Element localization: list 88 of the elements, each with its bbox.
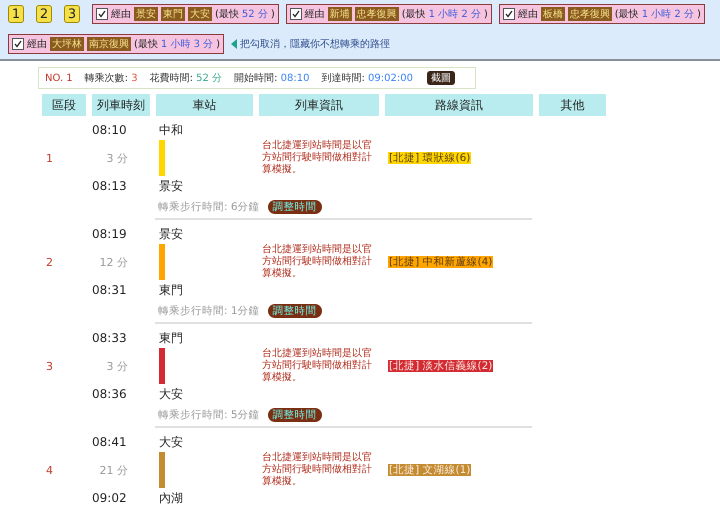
- segment-number: 4: [46, 464, 53, 476]
- segment-number: 1: [46, 152, 53, 164]
- station-tag: 東門: [161, 7, 185, 21]
- adjust-time-button[interactable]: 調整時間: [268, 200, 322, 214]
- duration: 3 分: [106, 358, 128, 374]
- stat-label: 開始時間:: [234, 73, 278, 84]
- stat-value: 3: [131, 73, 138, 84]
- station-name: 大安: [159, 434, 183, 450]
- paren-text: ): [696, 8, 701, 20]
- arrival-time: 08:31: [92, 283, 127, 297]
- fastest-label: (最快: [402, 8, 426, 21]
- via-label: 經由: [111, 8, 131, 21]
- line-label: [北捷] 環狀線(6): [388, 152, 472, 164]
- line-label: [北捷] 淡水信義線(2): [388, 360, 494, 372]
- column-header: 其他: [539, 94, 606, 116]
- departure-time: 08:33: [92, 331, 127, 345]
- column-header: 列車時刻: [92, 94, 150, 116]
- fastest-time: 1 小時 3 分: [160, 38, 214, 51]
- train-info: 台北捷運到站時間是以官方站間行駛時間做相對計算模擬。: [262, 140, 372, 175]
- via-label: 經由: [518, 8, 538, 21]
- checkbox[interactable]: [12, 38, 24, 50]
- transfer-walk-time: 轉乘步行時間: 5分鐘: [158, 408, 260, 422]
- checkbox[interactable]: [96, 8, 108, 20]
- station-tag: 忠孝復興: [354, 7, 399, 21]
- route-number-button[interactable]: 1: [8, 5, 24, 23]
- paren-text: ): [484, 8, 488, 20]
- train-info: 台北捷運到站時間是以官方站間行駛時間做相對計算模擬。: [262, 244, 372, 279]
- segment-number: 3: [46, 360, 53, 372]
- stat-label: 花費時間:: [150, 73, 193, 84]
- paren-text: ): [216, 38, 220, 50]
- arrival-time: 08:36: [92, 387, 127, 401]
- fastest-time: 52 分: [242, 8, 268, 21]
- fastest-time: 1 小時 2 分: [642, 8, 694, 21]
- route-number-button[interactable]: 3: [64, 5, 80, 23]
- station-tag: 忠孝復興: [568, 7, 612, 21]
- checkbox[interactable]: [290, 8, 302, 20]
- station-name: 景安: [159, 226, 183, 242]
- station-tag: 大坪林: [50, 37, 84, 51]
- stat-value: 08:10: [280, 73, 310, 84]
- departure-time: 08:41: [92, 435, 127, 449]
- stat-value: 09:02:00: [368, 73, 413, 84]
- column-header: 區段: [42, 94, 86, 116]
- duration: 21 分: [100, 462, 128, 478]
- line-label: [北捷] 中和新蘆線(4): [388, 256, 494, 268]
- column-header: 車站: [156, 94, 253, 116]
- station-tag: 景安: [134, 7, 158, 21]
- adjust-time-button[interactable]: 調整時間: [268, 304, 322, 318]
- station-name: 東門: [159, 282, 183, 298]
- station-tag: 新埔: [328, 7, 352, 21]
- filter-hint: 把勾取消，隱藏你不想轉乘的路徑: [240, 38, 390, 51]
- station-name: 內湖: [159, 490, 183, 506]
- via-label: 經由: [304, 8, 325, 21]
- station-tag: 板橋: [540, 7, 565, 21]
- column-header: 列車資訊: [259, 94, 379, 116]
- transfer-walk-time: 轉乘步行時間: 1分鐘: [158, 304, 260, 318]
- paren-text: ): [270, 8, 275, 20]
- adjust-time-button[interactable]: 調整時間: [268, 408, 322, 422]
- train-info: 台北捷運到站時間是以官方站間行駛時間做相對計算模擬。: [262, 348, 372, 383]
- line-label: [北捷] 文湖線(1): [388, 464, 472, 476]
- transfer-walk-time: 轉乘步行時間: 6分鐘: [158, 200, 260, 214]
- departure-time: 08:10: [92, 123, 127, 137]
- checkbox[interactable]: [502, 8, 515, 20]
- departure-time: 08:19: [92, 227, 127, 241]
- station-tag: 南京復興: [87, 37, 131, 51]
- fastest-label: (最快: [215, 8, 239, 21]
- station-name: 景安: [159, 178, 183, 194]
- stat-value: NO. 1: [45, 72, 73, 84]
- segment-number: 2: [46, 256, 53, 268]
- station-name: 東門: [159, 330, 183, 346]
- duration: 12 分: [100, 254, 128, 270]
- fastest-label: (最快: [134, 38, 158, 51]
- stat-label: 轉乘次數:: [84, 73, 128, 84]
- arrival-time: 09:02: [92, 491, 127, 505]
- via-label: 經由: [27, 38, 47, 51]
- duration: 3 分: [106, 150, 128, 166]
- station-name: 中和: [159, 122, 183, 138]
- screenshot-button[interactable]: 截圖: [426, 71, 455, 85]
- fastest-label: (最快: [614, 8, 639, 21]
- station-name: 大安: [159, 386, 183, 402]
- column-header: 路線資訊: [385, 94, 533, 116]
- pointer-icon: [231, 39, 238, 49]
- station-tag: 大安: [188, 7, 212, 21]
- stat-label: 到達時間:: [321, 73, 365, 84]
- route-number-button[interactable]: 2: [36, 5, 52, 23]
- arrival-time: 08:13: [92, 179, 127, 193]
- stat-value: 52 分: [196, 73, 222, 84]
- train-info: 台北捷運到站時間是以官方站間行駛時間做相對計算模擬。: [262, 452, 372, 487]
- fastest-time: 1 小時 2 分: [428, 8, 481, 21]
